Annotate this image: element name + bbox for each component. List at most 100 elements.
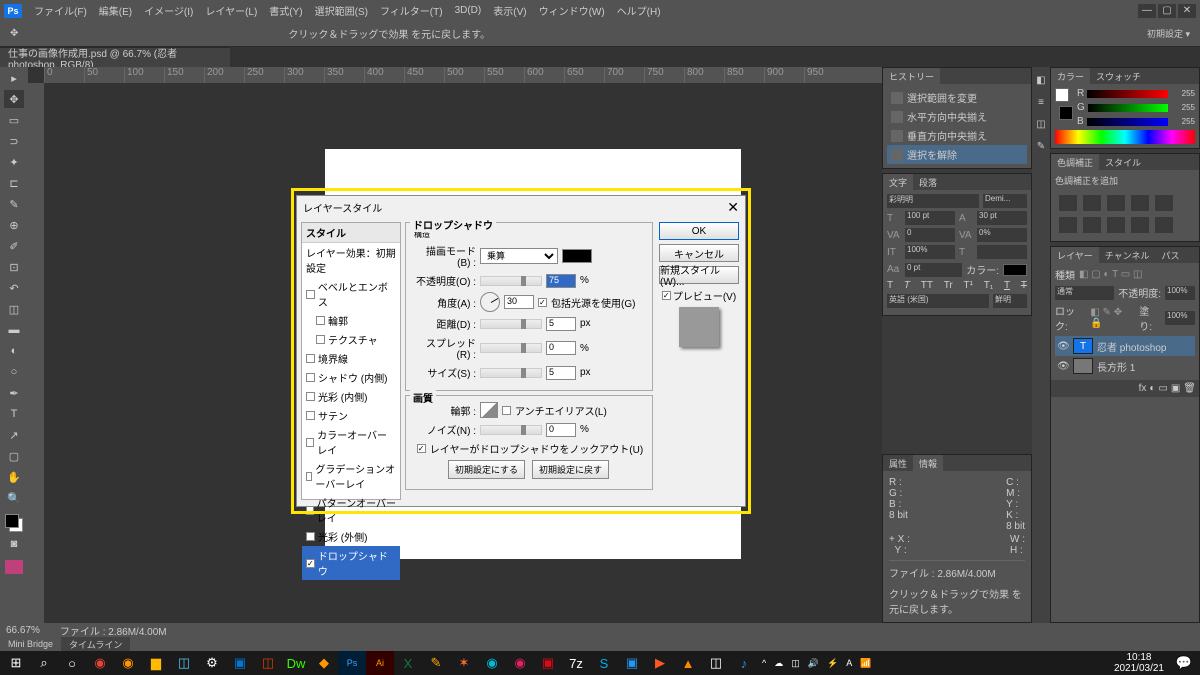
app-icon[interactable]: ◫ [702,651,730,675]
red-slider[interactable] [1087,90,1168,98]
global-light-checkbox[interactable] [538,298,547,307]
paragraph-tab[interactable]: 段落 [913,174,943,190]
style-item[interactable]: グラデーションオーバーレイ [302,459,400,493]
photoshop-icon[interactable]: Ps [338,651,366,675]
adjustments-tab[interactable]: 色調補正 [1051,154,1099,170]
paths-tab[interactable]: パス [1155,247,1185,263]
opacity-field[interactable]: 100% [1165,286,1195,300]
dialog-titlebar[interactable]: レイヤースタイル ✕ [297,196,745,218]
style-item[interactable]: 光彩 (内側) [302,387,400,406]
angle-input[interactable]: 30 [504,295,534,309]
ok-button[interactable]: OK [659,222,739,240]
expand-icon[interactable]: ▸ [4,69,24,87]
fx-icon[interactable]: fx [1139,383,1147,394]
app-icon[interactable]: ✎ [422,651,450,675]
dodge-tool[interactable]: ○ [4,363,24,381]
panel-icon[interactable]: ≡ [1034,95,1048,109]
history-item[interactable]: 垂直方向中央揃え [887,126,1027,145]
zoom-tool[interactable]: 🔍 [4,489,24,507]
type-tool[interactable]: T [4,405,24,423]
fill-field[interactable]: 100% [1165,311,1195,325]
app-icon[interactable]: ▣ [618,651,646,675]
avira-icon[interactable]: ▣ [534,651,562,675]
app-icon[interactable]: ◉ [506,651,534,675]
minimize-button[interactable]: — [1138,4,1156,18]
contour-picker[interactable] [480,402,498,418]
adjustment-icon[interactable] [1155,217,1173,233]
antialiasing-checkbox[interactable] [502,406,511,415]
blue-slider[interactable] [1087,118,1168,126]
styles-tab[interactable]: スタイル [1099,154,1147,170]
hand-tool[interactable]: ✋ [4,468,24,486]
adjustment-icon[interactable] [1083,217,1101,233]
style-item[interactable]: 輪郭 [302,311,400,330]
cancel-button[interactable]: キャンセル [659,244,739,262]
tray-icon[interactable]: ^ [758,658,770,668]
screenmode-icon[interactable] [5,560,23,574]
adjustment-icon[interactable] [1155,195,1173,211]
reset-default-button[interactable]: 初期設定に戻す [532,460,609,479]
tray-icon[interactable]: ☁ [770,658,787,669]
opacity-input[interactable]: 75 [546,274,576,288]
gradient-tool[interactable]: ▬ [4,321,24,339]
layer-item[interactable]: 👁T忍者 photoshop [1055,336,1195,356]
folder-icon[interactable]: ▭ [1158,383,1167,394]
taskbar-clock[interactable]: 10:182021/03/21 [1108,652,1170,674]
distance-input[interactable]: 5 [546,317,576,331]
adjustment-icon[interactable] [1059,217,1077,233]
menu-filter[interactable]: フィルター(T) [374,3,449,18]
adjustment-icon[interactable] [1083,195,1101,211]
skype-icon[interactable]: S [590,651,618,675]
character-tab[interactable]: 文字 [883,174,913,190]
history-brush-tool[interactable]: ↶ [4,279,24,297]
menu-edit[interactable]: 編集(E) [93,3,138,18]
tray-icon[interactable]: 🔊 [804,658,823,669]
shadow-color-swatch[interactable] [562,249,592,263]
file-info[interactable]: ファイル : 2.86M/4.00M [60,623,167,638]
adjustment-icon[interactable] [1107,195,1125,211]
menu-layer[interactable]: レイヤー(L) [199,3,263,18]
menu-file[interactable]: ファイル(F) [28,3,93,18]
new-icon[interactable]: ▣ [1171,383,1180,394]
new-style-button[interactable]: 新規スタイル(W)... [659,266,739,284]
layer-item[interactable]: 👁長方形 1 [1055,356,1195,376]
timeline-tab[interactable]: タイムライン [61,637,130,651]
panel-icon[interactable]: ◧ [1034,73,1048,87]
noise-input[interactable]: 0 [546,423,576,437]
color-swatches[interactable] [5,514,23,532]
vlc-icon[interactable]: ▲ [674,651,702,675]
mask-icon[interactable]: ◐ [1149,383,1155,394]
stamp-tool[interactable]: ⊡ [4,258,24,276]
app-icon[interactable]: ♪ [730,651,758,675]
history-item[interactable]: 選択範囲を変更 [887,88,1027,107]
pen-tool[interactable]: ✒ [4,384,24,402]
style-item[interactable]: パターンオーバーレイ [302,493,400,527]
app-icon[interactable]: ◫ [170,651,198,675]
style-item[interactable]: テクスチャ [302,330,400,349]
sublime-icon[interactable]: ◆ [310,651,338,675]
history-tab[interactable]: ヒストリー [883,68,940,84]
app-icon[interactable]: ▶ [646,651,674,675]
style-item[interactable]: 境界線 [302,349,400,368]
settings-icon[interactable]: ⚙ [198,651,226,675]
swatches-tab[interactable]: スウォッチ [1090,68,1147,84]
vscale-field[interactable]: 100% [905,245,955,259]
baseline-field[interactable]: 0 pt [905,263,962,277]
menu-3d[interactable]: 3D(D) [449,5,488,16]
kerning-field[interactable]: 0 [905,228,955,242]
trash-icon[interactable]: 🗑 [1183,383,1196,394]
tracking-field[interactable]: 0% [977,228,1027,242]
preview-checkbox[interactable] [662,291,671,300]
visibility-icon[interactable]: 👁 [1057,361,1069,372]
menu-window[interactable]: ウィンドウ(W) [533,3,611,18]
marquee-tool[interactable]: ▭ [4,111,24,129]
document-tab[interactable]: 仕事の画像作成用.psd @ 66.7% (忍者photoshop, RGB/8… [0,47,230,67]
blend-mode-field[interactable]: 通常 [1055,286,1114,300]
noise-slider[interactable] [480,425,542,435]
eyedropper-tool[interactable]: ✎ [4,195,24,213]
menu-select[interactable]: 選択範囲(S) [309,3,374,18]
size-input[interactable]: 5 [546,366,576,380]
maximize-button[interactable]: ▢ [1158,4,1176,18]
style-item[interactable]: シャドウ (内側) [302,368,400,387]
info-tab[interactable]: 情報 [913,455,943,471]
